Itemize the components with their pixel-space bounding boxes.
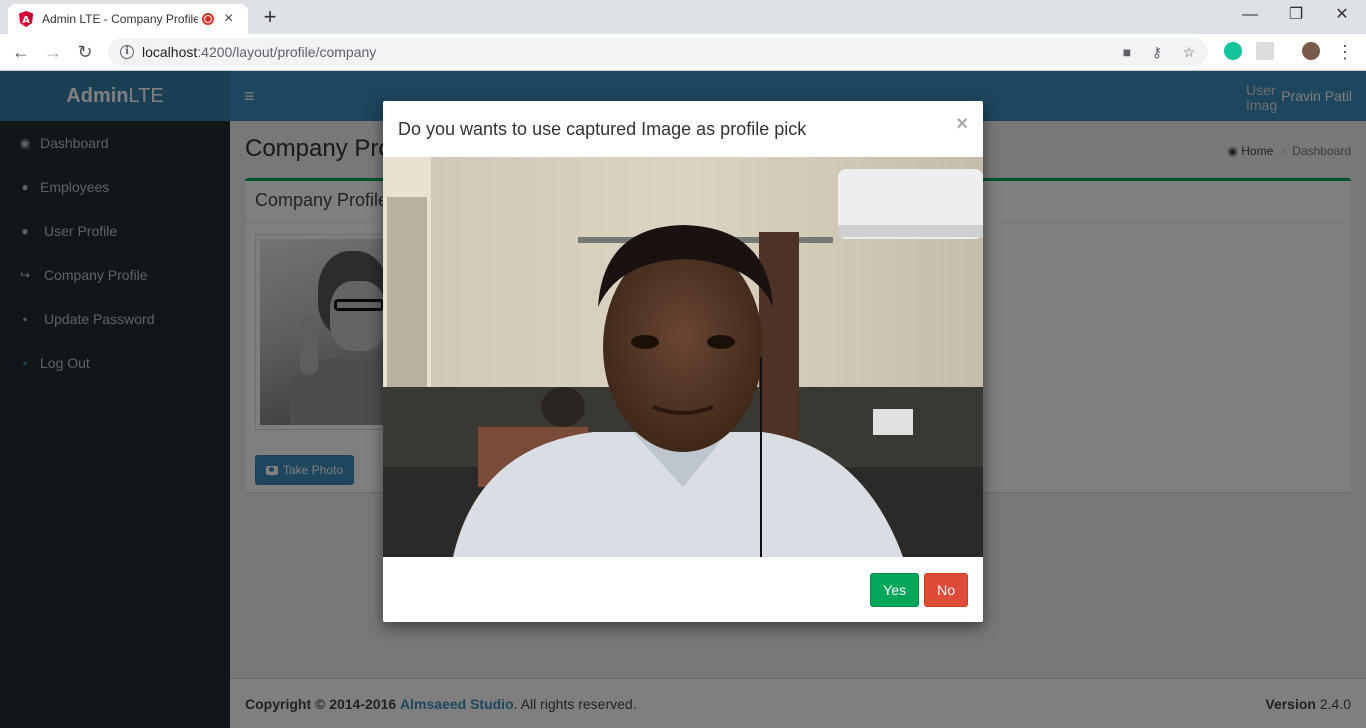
url-host: localhost: [142, 44, 198, 60]
recording-icon: [202, 13, 214, 25]
browser-tab[interactable]: A Admin LTE - Company Profile ×: [8, 4, 248, 34]
angular-icon: A: [19, 11, 33, 27]
tab-title: Admin LTE - Company Profile: [42, 12, 198, 26]
modal-title: Do you wants to use captured Image as pr…: [398, 119, 807, 139]
no-button[interactable]: No: [924, 573, 968, 607]
url-path: :4200/layout/profile/company: [197, 44, 377, 60]
yes-button[interactable]: Yes: [870, 573, 919, 607]
star-icon[interactable]: ☆: [1180, 44, 1198, 61]
minimize-button[interactable]: —: [1238, 4, 1262, 26]
extension-icon[interactable]: [1256, 42, 1274, 60]
forward-icon[interactable]: →: [42, 41, 64, 63]
tab-close-icon[interactable]: ×: [224, 11, 233, 27]
browser-tabstrip: A Admin LTE - Company Profile × + — ❐ ✕: [0, 0, 1366, 34]
modal-footer: Yes No: [383, 557, 983, 622]
modal-close-icon[interactable]: ×: [956, 114, 968, 134]
camera-icon[interactable]: ■: [1118, 44, 1136, 60]
menu-dots-icon[interactable]: ⋮: [1334, 41, 1356, 63]
browser-toolbar: ← → ↻ i localhost:4200/layout/profile/co…: [0, 34, 1366, 71]
new-tab-button[interactable]: +: [258, 5, 282, 29]
info-icon[interactable]: i: [120, 45, 134, 59]
key-icon[interactable]: ⚷: [1148, 44, 1166, 61]
address-bar[interactable]: i localhost:4200/layout/profile/company …: [108, 38, 1208, 66]
grammarly-icon[interactable]: [1224, 42, 1242, 60]
svg-text:A: A: [22, 15, 30, 26]
captured-photo-image: [383, 157, 983, 557]
back-icon[interactable]: ←: [10, 41, 32, 63]
reload-icon[interactable]: ↻: [74, 41, 96, 63]
restore-button[interactable]: ❐: [1284, 4, 1308, 26]
captured-photo: [383, 157, 983, 557]
window-close-button[interactable]: ✕: [1330, 4, 1354, 26]
profile-avatar[interactable]: [1302, 42, 1320, 60]
confirm-photo-modal: Do you wants to use captured Image as pr…: [383, 101, 983, 622]
